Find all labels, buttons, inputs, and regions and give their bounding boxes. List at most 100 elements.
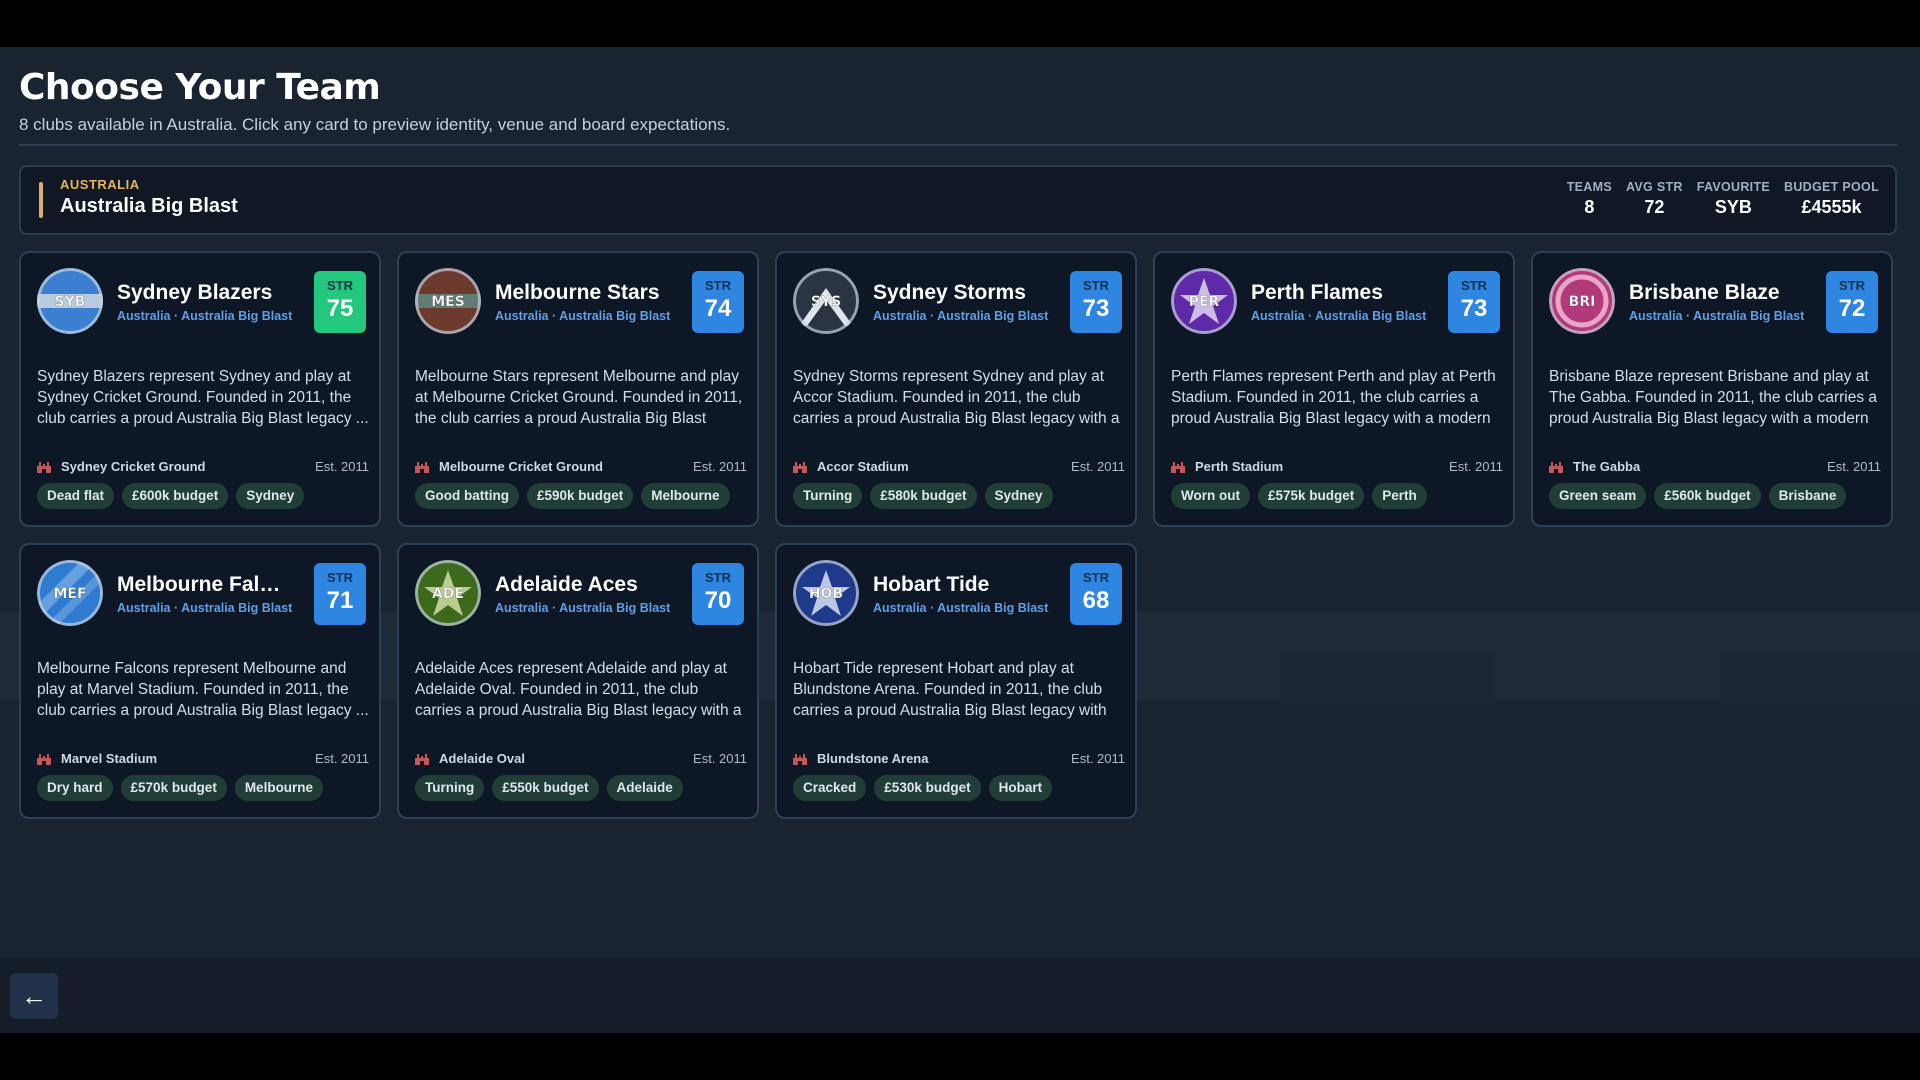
team-tag: Perth — [1372, 483, 1427, 509]
svg-text:MEF: MEF — [53, 586, 86, 602]
team-card[interactable]: PER Perth Flames Australia · Australia B… — [1153, 251, 1515, 527]
strength-badge: STR 68 — [1070, 563, 1122, 625]
established-year: Est. 2011 — [1827, 459, 1881, 474]
stadium-icon — [37, 752, 51, 765]
league-country: AUSTRALIA — [60, 177, 140, 192]
venue-row: Accor Stadium Est. 2011 — [793, 459, 1125, 475]
team-tag: Worn out — [1171, 483, 1250, 509]
team-name: Sydney Storms — [873, 281, 1026, 304]
stadium-icon — [793, 460, 807, 473]
stat-value: SYB — [1714, 197, 1752, 217]
team-tag: Sydney — [236, 483, 305, 509]
stadium-icon — [415, 752, 429, 765]
team-meta: Australia · Australia Big Blast — [495, 601, 671, 615]
established-year: Est. 2011 — [1071, 459, 1125, 474]
team-name: Melbourne Stars — [495, 281, 660, 304]
venue-row: Melbourne Cricket Ground Est. 2011 — [415, 459, 747, 475]
strength-badge: STR 70 — [692, 563, 744, 625]
team-tags: Dead flat £600k budget Sydney — [37, 483, 305, 509]
established-year: Est. 2011 — [693, 751, 747, 766]
team-tag: £570k budget — [120, 775, 227, 801]
team-name: Brisbane Blaze — [1629, 281, 1780, 304]
established-year: Est. 2011 — [1071, 751, 1125, 766]
strength-badge: STR 73 — [1070, 271, 1122, 333]
team-crest-icon: BRI — [1549, 268, 1615, 334]
stadium-icon — [415, 460, 429, 473]
strength-badge: STR 72 — [1826, 271, 1878, 333]
venue-name: Perth Stadium — [1195, 459, 1284, 474]
venue-row: The Gabba Est. 2011 — [1549, 459, 1881, 475]
team-tag: £550k budget — [492, 775, 599, 801]
team-name: Melbourne Falcons — [117, 573, 287, 596]
team-tags: Dry hard £570k budget Melbourne — [37, 775, 324, 801]
venue-name: Adelaide Oval — [439, 751, 525, 766]
stat-label: BUDGET POOL — [1784, 180, 1879, 194]
team-card[interactable]: SYB Sydney Blazers Australia · Australia… — [19, 251, 381, 527]
team-tag: Green seam — [1549, 483, 1647, 509]
team-meta: Australia · Australia Big Blast — [495, 309, 671, 323]
team-meta: Australia · Australia Big Blast — [117, 309, 293, 323]
strength-label: STR — [1461, 278, 1487, 293]
team-card[interactable]: MEF Melbourne Falcons Australia · Austra… — [19, 543, 381, 819]
venue-row: Adelaide Oval Est. 2011 — [415, 751, 747, 767]
league-panel: AUSTRALIA Australia Big Blast TEAMS 8 AV… — [19, 165, 1897, 235]
page-header: Choose Your Team 8 clubs available in Au… — [19, 63, 1897, 135]
strength-badge: STR 73 — [1448, 271, 1500, 333]
team-card[interactable]: ADE Adelaide Aces Australia · Australia … — [397, 543, 759, 819]
team-card-grid: SYB Sydney Blazers Australia · Australia… — [19, 251, 1899, 821]
team-tag: Cracked — [793, 775, 867, 801]
team-name: Hobart Tide — [873, 573, 990, 596]
team-crest-icon: SYS — [793, 268, 859, 334]
team-select-screen: Choose Your Team 8 clubs available in Au… — [0, 47, 1920, 1033]
strength-label: STR — [705, 570, 731, 585]
team-card[interactable]: BRI Brisbane Blaze Australia · Australia… — [1531, 251, 1893, 527]
svg-text:PER: PER — [1189, 294, 1220, 310]
strength-label: STR — [327, 278, 353, 293]
team-card[interactable]: HOB Hobart Tide Australia · Australia Bi… — [775, 543, 1137, 819]
team-description: Sydney Blazers represent Sydney and play… — [37, 368, 369, 427]
team-description: Melbourne Stars represent Melbourne and … — [415, 368, 743, 427]
svg-text:SYB: SYB — [55, 294, 86, 310]
team-crest-icon: MEF — [37, 560, 103, 626]
team-tag: £580k budget — [870, 483, 977, 509]
team-tag: £600k budget — [122, 483, 229, 509]
strength-badge: STR 75 — [314, 271, 366, 333]
team-tag: Dry hard — [37, 775, 113, 801]
strength-value: 72 — [1838, 295, 1866, 322]
svg-text:SYS: SYS — [811, 294, 841, 310]
strength-value: 68 — [1082, 587, 1110, 614]
strength-badge: STR 74 — [692, 271, 744, 333]
header-divider — [19, 144, 1897, 146]
page-title: Choose Your Team — [19, 67, 381, 108]
team-tags: Good batting £590k budget Melbourne — [415, 483, 730, 509]
team-tags: Cracked £530k budget Hobart — [793, 775, 1053, 801]
venue-name: Sydney Cricket Ground — [61, 459, 206, 474]
stadium-icon — [1171, 460, 1185, 473]
back-arrow-icon: ← — [21, 980, 47, 1011]
back-button[interactable]: ← — [10, 973, 58, 1019]
established-year: Est. 2011 — [693, 459, 747, 474]
strength-label: STR — [1083, 570, 1109, 585]
team-description: Hobart Tide represent Hobart and play at… — [793, 660, 1107, 719]
league-name: Australia Big Blast — [60, 195, 238, 217]
team-tags: Turning £580k budget Sydney — [793, 483, 1053, 509]
team-description: Perth Flames represent Perth and play at… — [1171, 368, 1496, 427]
svg-text:BRI: BRI — [1569, 294, 1596, 310]
team-description: Brisbane Blaze represent Brisbane and pl… — [1549, 368, 1878, 427]
strength-value: 73 — [1460, 295, 1488, 322]
team-card[interactable]: SYS Sydney Storms Australia · Australia … — [775, 251, 1137, 527]
strength-label: STR — [1839, 278, 1865, 293]
stat-value: 72 — [1644, 197, 1665, 217]
venue-row: Blundstone Arena Est. 2011 — [793, 751, 1125, 767]
page-subtitle: 8 clubs available in Australia. Click an… — [19, 115, 731, 134]
team-tag: Sydney — [984, 483, 1053, 509]
stadium-icon — [793, 752, 807, 765]
team-meta: Australia · Australia Big Blast — [117, 601, 293, 615]
league-stats: TEAMS 8 AVG STR 72 FAVOURITE SYB BUDGET … — [1567, 180, 1879, 218]
team-meta: Australia · Australia Big Blast — [1251, 309, 1427, 323]
strength-label: STR — [705, 278, 731, 293]
venue-row: Sydney Cricket Ground Est. 2011 — [37, 459, 369, 475]
team-tag: Adelaide — [606, 775, 683, 801]
team-card[interactable]: MES Melbourne Stars Australia · Australi… — [397, 251, 759, 527]
stat-teams: TEAMS 8 — [1567, 180, 1612, 218]
